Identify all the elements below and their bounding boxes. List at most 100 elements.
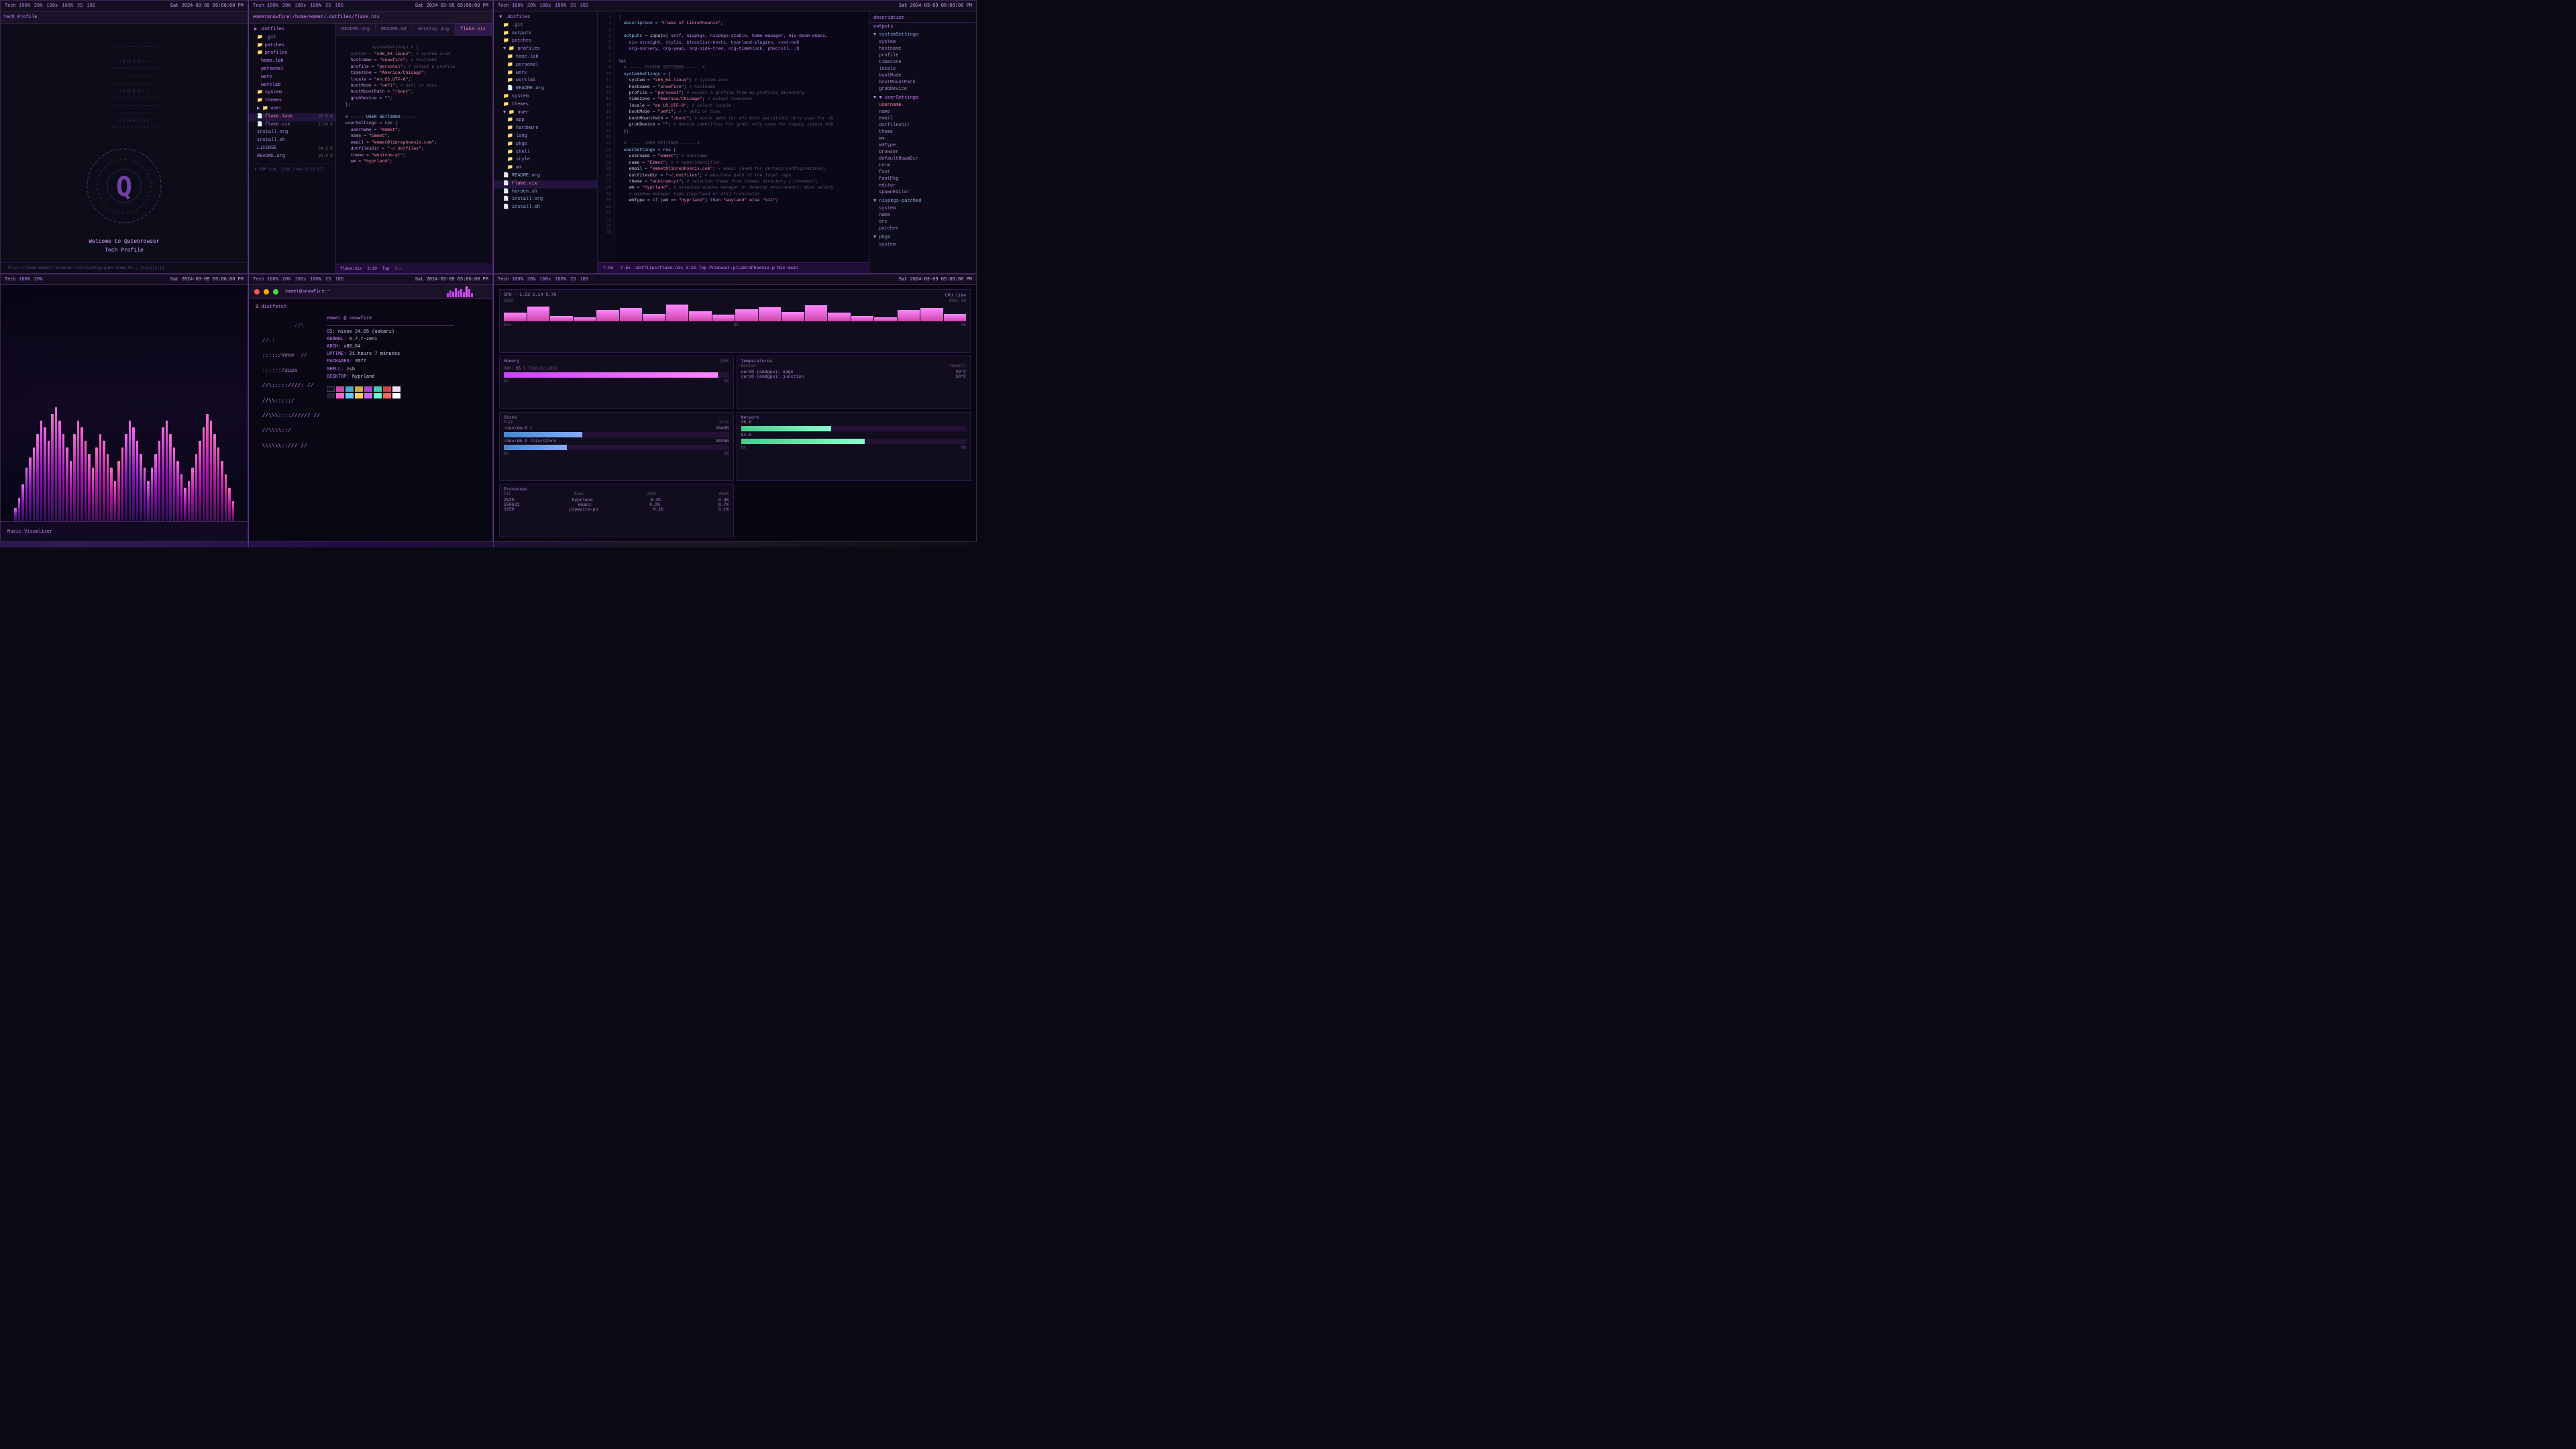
q3-tree-harden[interactable]: 📄 harden.sh [494, 189, 597, 197]
editor-tabs: README.org README.md desktop.png flake.n… [336, 23, 492, 36]
terminal-header: emmet@snowFire:~ [249, 285, 492, 299]
tree-flake-nix[interactable]: 📄 flake.nix 2.26 K [249, 121, 335, 129]
grid-line-vertical-2 [493, 0, 494, 547]
q3-tree-patches[interactable]: 📁 patches [494, 38, 597, 46]
tree-install-sh[interactable]: install.sh [249, 137, 335, 145]
q3-tree-wm[interactable]: 📁 wm [494, 164, 597, 172]
sb-pct-q2: 20% [282, 3, 291, 9]
tab-desktop[interactable]: desktop.png [413, 23, 455, 35]
terminal-body: $ distfetch //\ //:: :::::/#### // :::::… [249, 299, 492, 541]
viz-bar-item [33, 447, 36, 521]
q3-tree-user[interactable]: ▼ 📁 user [494, 109, 597, 117]
q3-tree-flake-nix[interactable]: 📄 flake.nix [494, 180, 597, 189]
net-bar-1 [741, 426, 967, 431]
tree-git[interactable]: 📁 .git [249, 34, 335, 42]
net-row-1: 36.0 [741, 420, 967, 425]
outline-nixpkgs-patched: ▼ nixpkgs-patched [869, 197, 976, 205]
outline-editor: editor [869, 182, 976, 189]
tree-themes[interactable]: 📁 themes [249, 97, 335, 105]
q3-tree-personal[interactable]: 📁 personal [494, 62, 597, 70]
close-btn[interactable] [254, 289, 260, 294]
cpu-section: CPU - 1.53 1.14 0.78 CPU like 100% AVG: … [499, 289, 971, 353]
tree-work[interactable]: work [249, 74, 335, 82]
outline-title: description [869, 14, 976, 23]
outline-locale: locale [869, 66, 976, 72]
outline-pkgs-system: system [869, 241, 976, 248]
tree-flake-lock[interactable]: 📄 flake.lock 27.5 K [249, 113, 335, 121]
q3-tree-system[interactable]: 📁 system [494, 93, 597, 101]
editor-content: ▼ .dotfiles 📁 .git 📁 outputs 📁 patches ▼… [494, 11, 976, 273]
tree-readme[interactable]: README.org 34.8 K [249, 153, 335, 161]
browser-home-page: .------..------..------. .-. .-. .-. .-.… [1, 23, 248, 262]
nf-shell: zsh [346, 367, 355, 372]
outline-np-src: src [869, 219, 976, 225]
tab-flake-nix[interactable]: flake.nix [455, 23, 492, 35]
tree-profiles[interactable]: 📁 profiles [249, 50, 335, 58]
proc-pid-3: 3150 [504, 507, 515, 512]
q3-tree-app[interactable]: 📁 app [494, 117, 597, 125]
status-pos: 3:10 [367, 266, 376, 271]
q3-tree-lang[interactable]: 📁 lang [494, 133, 597, 141]
proc-pid-2: 550631 [504, 502, 519, 507]
q3-tree-pkgs[interactable]: 📁 pkgs [494, 141, 597, 149]
tree-patches[interactable]: 📁 patches [249, 42, 335, 50]
cpu-bar-item [550, 316, 573, 321]
tree-install-org[interactable]: install.org [249, 129, 335, 137]
file-size-1: 27.5 K [318, 114, 333, 119]
q3-tree-style[interactable]: 📁 style [494, 156, 597, 164]
viz-bar-item [232, 501, 235, 521]
maximize-btn[interactable] [273, 289, 278, 294]
nf-kernel: 6.7.7-zen1 [350, 337, 378, 342]
q3-tree-profiles[interactable]: ▼ 📁 profiles [494, 46, 597, 54]
sb-time-q5: Sat 2024-03-09 05:06:00 PM [899, 277, 972, 282]
tree-personal[interactable]: personal [249, 66, 335, 74]
minimize-btn[interactable] [264, 289, 269, 294]
q3-tree-dotfiles[interactable]: ▼ .dotfiles [494, 14, 597, 22]
q3-tree-readme-profiles[interactable]: 📄 README.org [494, 85, 597, 93]
q3-tree-homelab[interactable]: 📁 home.lab [494, 54, 597, 62]
outline-wmType: wmType [869, 142, 976, 149]
q3-tree-worklab[interactable]: 📁 worklab [494, 77, 597, 85]
tree-user[interactable]: ▶ 📁 user [249, 105, 335, 113]
tree-item-flake-lock: flake.lock [265, 114, 293, 121]
neofetch-logo-art: //\ //:: :::::/#### // ::::::/#### //\::… [256, 315, 320, 458]
viz-bar-item [147, 481, 150, 521]
q3-tree-work[interactable]: 📁 work [494, 70, 597, 78]
q3-tree-git[interactable]: 📁 .git [494, 22, 597, 30]
q3-tree-shell[interactable]: 📁 shell [494, 149, 597, 157]
q3-tree-themes[interactable]: 📁 themes [494, 101, 597, 109]
editor-statusbar-q3: 7.5k 7.5k .dotfiles/flake.nix 3:10 Top P… [598, 262, 869, 273]
tree-item-patches: patches [265, 43, 284, 50]
memory-title: Memory [504, 359, 519, 364]
tab-bar: Tech Profile [1, 11, 248, 23]
proc-name-3: pipewire-pu [570, 507, 598, 512]
active-tab[interactable]: Tech Profile [3, 15, 37, 20]
net-scale-start: 0% [741, 445, 746, 450]
viz-bar-item [158, 441, 161, 521]
tree-system[interactable]: 📁 system [249, 89, 335, 97]
tree-license[interactable]: LICENSE 34.2 K [249, 145, 335, 153]
q3-tree-readme-root[interactable]: 📄 README.org [494, 172, 597, 180]
memory-pct-label: 100% [719, 359, 729, 365]
tree-item-readme: README.org [257, 154, 285, 160]
tree-item-work: work [261, 74, 272, 81]
tab-readme-md[interactable]: README.md [376, 23, 413, 35]
outline-spawnEditor: spawnEditor [869, 189, 976, 196]
sb-time-q4: Sat 2024-03-09 05:06:00 PM [415, 277, 488, 282]
viz-bar-item [40, 421, 43, 521]
cpu-bar-item [735, 309, 758, 321]
q3-tree-install-sh[interactable]: 📄 install.sh [494, 204, 597, 212]
tab-readme[interactable]: README.org [336, 23, 376, 35]
q3-tree-install-org[interactable]: 📄 install.org [494, 196, 597, 204]
sb-2s-q2: 2S [325, 3, 331, 9]
sb-time-q1: Sat 2024-03-09 05:06:00 PM [170, 3, 244, 9]
mem-used-val: 5.7618/62.2016 [523, 366, 557, 371]
disk-row-1: /dev/dm-0 / 304GB [504, 426, 729, 431]
viz-bar-item [151, 468, 154, 521]
q3-tree-hardware[interactable]: 📁 hardware [494, 125, 597, 133]
tree-homelab[interactable]: home.lab [249, 58, 335, 66]
outline-userSettings: ▼ ▼ userSettings [869, 94, 976, 102]
q3-tree-outputs[interactable]: 📁 outputs [494, 30, 597, 38]
tree-dotfiles[interactable]: ▶ .dotfiles [249, 26, 335, 34]
tree-worklab[interactable]: worklab [249, 82, 335, 90]
